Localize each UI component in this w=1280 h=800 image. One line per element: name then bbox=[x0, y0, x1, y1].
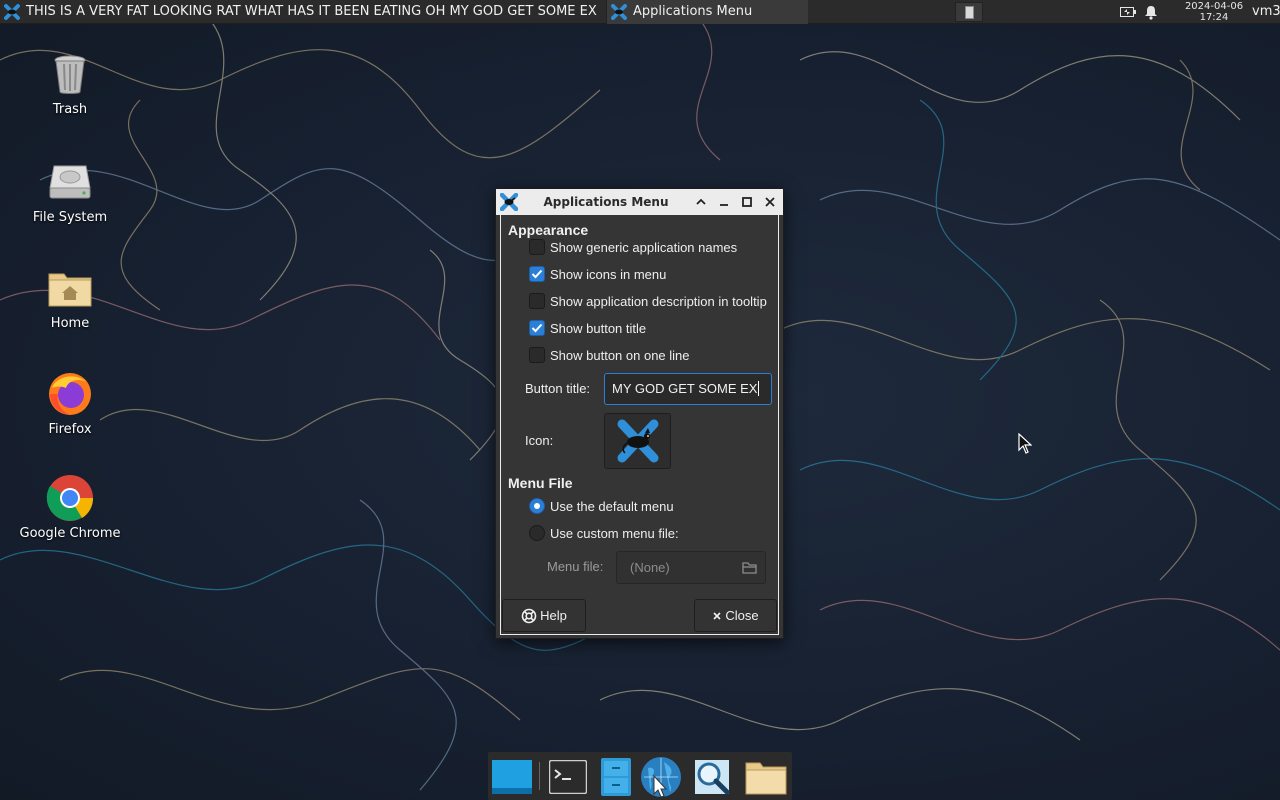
home-folder-icon bbox=[46, 264, 94, 312]
xfce-mouse-logo-icon bbox=[617, 419, 658, 463]
appearance-heading: Appearance bbox=[508, 222, 589, 238]
button-title-label: Button title: bbox=[525, 381, 591, 396]
desktop-icon-label: File System bbox=[32, 210, 108, 225]
button-title-input[interactable]: MY GOD GET SOME EX bbox=[604, 373, 772, 405]
icon-chooser-button[interactable] bbox=[604, 413, 671, 469]
maximize-button[interactable] bbox=[739, 194, 755, 210]
chrome-icon bbox=[46, 474, 94, 522]
taskbar-window-applications-menu[interactable]: Applications Menu bbox=[606, 0, 808, 24]
magnifier-search-icon bbox=[695, 760, 730, 795]
dock-home-folder[interactable] bbox=[745, 756, 787, 798]
radio[interactable] bbox=[529, 525, 545, 541]
desktop-icon-google-chrome[interactable]: Google Chrome bbox=[15, 474, 125, 541]
option-show-button-title[interactable]: Show button title bbox=[529, 318, 646, 338]
option-label: Use custom menu file: bbox=[550, 525, 679, 541]
close-icon bbox=[713, 611, 721, 620]
desktop-icon-label: Google Chrome bbox=[19, 526, 121, 541]
checkmark-icon bbox=[531, 323, 543, 333]
desktop-icon-label: Trash bbox=[52, 102, 88, 117]
icon-label: Icon: bbox=[525, 433, 554, 448]
taskbar-window-title: Applications Menu bbox=[633, 4, 753, 19]
button-title-value: MY GOD GET SOME EX bbox=[612, 381, 758, 396]
dock-file-manager-cabinet[interactable] bbox=[595, 756, 637, 798]
menu-file-chooser[interactable]: (None) bbox=[616, 551, 766, 584]
checkbox[interactable] bbox=[529, 266, 545, 282]
help-button-label: Help bbox=[540, 608, 567, 623]
notification-bell-icon[interactable] bbox=[1144, 5, 1158, 20]
clock-date: 2024-04-06 bbox=[1184, 1, 1244, 12]
dock-terminal[interactable] bbox=[547, 756, 589, 798]
trash-icon bbox=[46, 50, 94, 98]
battery-icon[interactable] bbox=[1120, 6, 1136, 18]
workspace-pager[interactable] bbox=[955, 2, 983, 22]
option-label: Show button title bbox=[550, 320, 647, 336]
close-button[interactable]: Close bbox=[694, 599, 777, 632]
taskbar-window-title: THIS IS A VERY FAT LOOKING RAT WHAT HAS … bbox=[26, 4, 597, 19]
radio[interactable] bbox=[529, 498, 545, 514]
folder-icon bbox=[742, 562, 757, 574]
dock-show-desktop[interactable] bbox=[491, 756, 533, 798]
checkbox[interactable] bbox=[529, 239, 545, 255]
option-label: Show button on one line bbox=[550, 347, 690, 363]
desktop-icon-home[interactable]: Home bbox=[15, 264, 125, 331]
menu-file-label: Menu file: bbox=[547, 559, 604, 574]
checkbox[interactable] bbox=[529, 320, 545, 336]
dock-search[interactable] bbox=[691, 756, 733, 798]
mouse-cursor-icon bbox=[1018, 433, 1032, 454]
filing-cabinet-icon bbox=[601, 758, 631, 796]
option-label: Show generic application names bbox=[550, 239, 738, 255]
option-label: Show application description in tooltip bbox=[550, 293, 767, 309]
option-use-default-menu[interactable]: Use the default menu bbox=[529, 496, 674, 516]
shade-button[interactable] bbox=[693, 194, 709, 210]
desktop-icon-file-system[interactable]: File System bbox=[15, 158, 125, 225]
xfce-logo-icon bbox=[611, 3, 627, 20]
xfce-logo-icon bbox=[4, 3, 20, 20]
folder-icon bbox=[745, 762, 787, 795]
help-lifebuoy-icon bbox=[521, 608, 537, 623]
close-icon bbox=[765, 197, 775, 207]
dialog-title: Applications Menu bbox=[543, 195, 669, 209]
top-panel: THIS IS A VERY FAT LOOKING RAT WHAT HAS … bbox=[0, 0, 1280, 24]
close-button-label: Close bbox=[725, 608, 759, 623]
checkbox[interactable] bbox=[529, 347, 545, 363]
terminal-icon bbox=[549, 760, 587, 794]
dock-separator bbox=[539, 762, 540, 790]
option-label: Use the default menu bbox=[550, 498, 674, 514]
globe-browser-icon bbox=[641, 757, 681, 798]
minimize-button[interactable] bbox=[716, 194, 732, 210]
option-label: Show icons in menu bbox=[550, 266, 667, 282]
maximize-icon bbox=[742, 197, 752, 207]
menu-file-heading: Menu File bbox=[508, 475, 573, 491]
minimize-icon bbox=[720, 204, 728, 206]
system-tray bbox=[1120, 0, 1158, 24]
option-show-description-tooltip[interactable]: Show application description in tooltip bbox=[529, 291, 767, 311]
option-use-custom-menu-file[interactable]: Use custom menu file: bbox=[529, 523, 679, 543]
show-desktop-icon bbox=[492, 760, 532, 794]
close-window-button[interactable] bbox=[762, 194, 778, 210]
dialog-titlebar[interactable]: Applications Menu bbox=[496, 189, 783, 215]
desktop-icon-label: Firefox bbox=[48, 422, 92, 437]
chevron-up-icon bbox=[696, 198, 706, 205]
desktop-icon-firefox[interactable]: Firefox bbox=[15, 370, 125, 437]
help-button[interactable]: Help bbox=[502, 599, 586, 632]
panel-clock[interactable]: 2024-04-06 17:24 bbox=[1182, 0, 1246, 24]
option-show-generic-names[interactable]: Show generic application names bbox=[529, 237, 737, 257]
taskbar-window-rat[interactable]: THIS IS A VERY FAT LOOKING RAT WHAT HAS … bbox=[0, 0, 606, 24]
hard-drive-icon bbox=[46, 158, 94, 206]
menu-file-value: (None) bbox=[630, 560, 670, 575]
checkbox[interactable] bbox=[529, 293, 545, 309]
desktop-icon-label: Home bbox=[50, 316, 90, 331]
dock-web-browser[interactable] bbox=[640, 756, 682, 798]
checkmark-icon bbox=[531, 269, 543, 279]
firefox-icon bbox=[46, 370, 94, 418]
option-show-icons[interactable]: Show icons in menu bbox=[529, 264, 666, 284]
clock-time: 17:24 bbox=[1199, 12, 1229, 23]
workspace-pager-window bbox=[965, 6, 974, 19]
applications-menu-dialog: Applications Menu Appearance Show generi… bbox=[495, 188, 784, 639]
option-show-button-one-line[interactable]: Show button on one line bbox=[529, 345, 690, 365]
bottom-dock bbox=[488, 752, 792, 800]
panel-user-menu[interactable]: vm3 bbox=[1252, 0, 1280, 24]
desktop-icon-trash[interactable]: Trash bbox=[15, 50, 125, 117]
